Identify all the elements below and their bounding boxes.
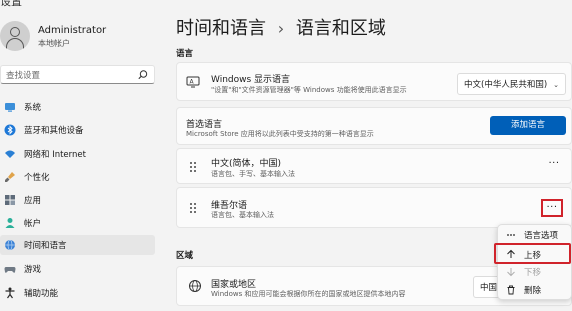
drag-handle-icon[interactable] <box>190 162 196 172</box>
gamepad-icon <box>4 267 16 273</box>
sidebar-item-label: 蓝牙和其他设备 <box>24 126 84 136</box>
globe-icon <box>189 280 201 292</box>
sidebar-item-label: 应用 <box>24 196 42 206</box>
brush-icon <box>5 172 15 182</box>
breadcrumb-separator: › <box>277 19 285 38</box>
display-language-icon: A <box>186 76 200 88</box>
sidebar-item-apps[interactable]: 应用 <box>0 190 155 210</box>
sidebar-item-label: 网络和 Internet <box>24 150 86 160</box>
user-account-type: 本地帐户 <box>38 39 70 48</box>
country-region-value: 中国 <box>480 283 498 293</box>
sidebar-item-label: 辅助功能 <box>24 289 59 299</box>
sidebar-item-network[interactable]: 网络和 Internet <box>0 144 155 164</box>
sidebar-item-accounts[interactable]: 帐户 <box>0 213 155 233</box>
section-label-language: 语言 <box>176 49 194 59</box>
breadcrumb-current: 语言和区域 <box>295 18 386 39</box>
language-context-menu: 语言选项 上移 下移 删除 <box>494 224 572 300</box>
sidebar-item-label: 游戏 <box>24 265 42 275</box>
menu-item-label: 上移 <box>524 251 542 261</box>
person-icon <box>5 218 15 228</box>
sidebar-item-time-language[interactable]: 时间和语言 <box>0 235 155 255</box>
arrow-up-icon <box>507 249 515 258</box>
monitor-icon <box>5 103 15 112</box>
language-name: 中文(简体，中国) <box>211 159 282 169</box>
sidebar-item-label: 系统 <box>24 103 42 113</box>
sidebar-item-label: 时间和语言 <box>24 241 67 251</box>
more-options-button[interactable]: ··· <box>543 157 565 175</box>
add-language-button[interactable]: 添加语言 <box>490 116 566 135</box>
menu-item-label: 语言选项 <box>524 231 559 241</box>
trash-icon <box>507 285 515 295</box>
svg-text:A: A <box>190 79 195 86</box>
accessibility-icon <box>5 287 15 299</box>
menu-item-label: 删除 <box>524 286 542 296</box>
display-language-title: Windows 显示语言 <box>211 75 291 85</box>
drag-handle-icon[interactable] <box>190 203 196 213</box>
breadcrumb-parent[interactable]: 时间和语言 <box>176 18 266 39</box>
sidebar-item-personalization[interactable]: 个性化 <box>0 167 155 187</box>
page-title: 时间和语言 › 语言和区域 <box>176 14 386 40</box>
more-options-button[interactable]: ··· <box>541 199 563 217</box>
search-placeholder: 查找设置 <box>6 71 41 81</box>
more-icon <box>507 234 515 236</box>
menu-item-move-down: 下移 <box>498 263 572 281</box>
display-language-subtitle: "设置"和"文件资源管理器"等 Windows 功能将使用此语言显示 <box>211 86 407 94</box>
country-region-subtitle: Windows 和应用可能会根据你所在的国家或地区提供本地内容 <box>211 290 406 298</box>
sidebar-item-bluetooth[interactable]: 蓝牙和其他设备 <box>0 120 155 140</box>
menu-item-language-options[interactable]: 语言选项 <box>498 226 572 244</box>
sidebar-item-label: 帐户 <box>24 219 42 229</box>
language-row[interactable]: 中文(简体，中国) 语言包、手写、基本输入法 ··· <box>176 148 572 184</box>
globe-clock-icon <box>5 239 15 251</box>
menu-item-remove[interactable]: 删除 <box>498 281 572 299</box>
menu-item-move-up[interactable]: 上移 <box>494 243 571 264</box>
section-label-region: 区域 <box>176 251 194 261</box>
search-input[interactable]: 查找设置 <box>0 65 155 84</box>
language-features: 语言包、基本输入法 <box>211 211 274 219</box>
arrow-down-icon <box>507 268 515 277</box>
preferred-languages-subtitle: Microsoft Store 应用将以此列表中受支持的第一种语言显示 <box>186 130 374 138</box>
window-title: 设置 <box>0 0 22 8</box>
display-language-select[interactable]: 中文(中华人民共和国) ⌄ <box>457 73 567 95</box>
user-name: Administrator <box>38 25 107 36</box>
language-features: 语言包、手写、基本输入法 <box>211 170 295 178</box>
avatar[interactable] <box>0 21 30 51</box>
search-icon <box>138 70 148 80</box>
bluetooth-icon <box>4 124 16 136</box>
language-row[interactable]: 维吾尔语 语言包、基本输入法 ··· <box>176 187 572 228</box>
sidebar-item-gaming[interactable]: 游戏 <box>0 259 155 279</box>
wifi-icon <box>5 150 15 158</box>
sidebar-item-system[interactable]: 系统 <box>0 97 155 117</box>
sidebar-item-label: 个性化 <box>24 173 50 183</box>
preferred-languages-card: 首选语言 Microsoft Store 应用将以此列表中受支持的第一种语言显示… <box>176 107 572 145</box>
sidebar-item-accessibility[interactable]: 辅助功能 <box>0 283 155 303</box>
display-language-card: A Windows 显示语言 "设置"和"文件资源管理器"等 Windows 功… <box>176 62 572 101</box>
menu-item-label: 下移 <box>524 268 542 278</box>
chevron-down-icon: ⌄ <box>553 81 560 89</box>
apps-icon <box>5 195 15 205</box>
display-language-value: 中文(中华人民共和国) <box>464 80 548 90</box>
